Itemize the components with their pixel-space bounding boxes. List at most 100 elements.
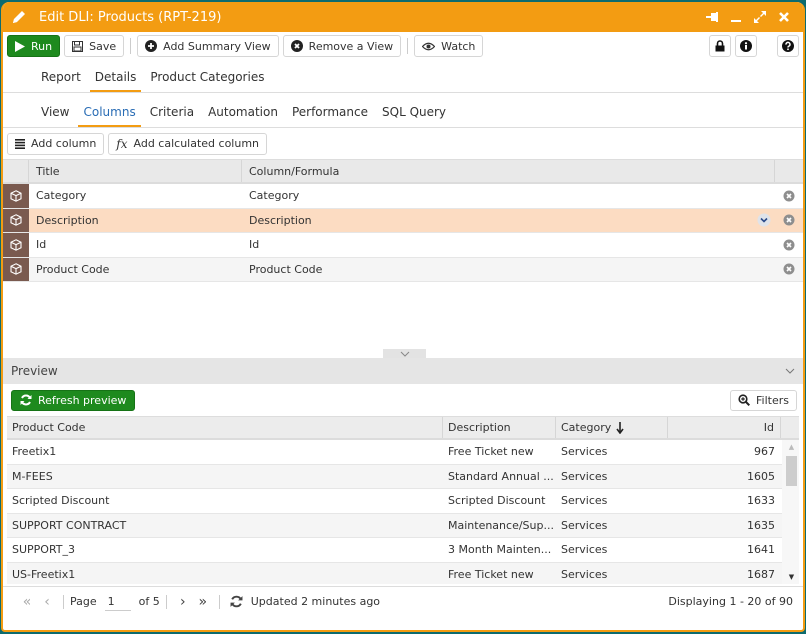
help-button[interactable] [777, 35, 799, 57]
scrollbar-thumb[interactable] [786, 456, 797, 486]
column-row[interactable]: Description Description [3, 208, 803, 233]
updated-status: Updated 2 minutes ago [250, 595, 381, 608]
column-title[interactable]: Id [29, 238, 242, 251]
column-row[interactable]: Product Code Product Code [3, 257, 803, 282]
cell-product-code: SUPPORT CONTRACT [12, 518, 127, 532]
header-column-formula[interactable]: Column/Formula [242, 160, 775, 182]
close-icon[interactable] [777, 10, 791, 24]
remove-column-button[interactable] [775, 214, 803, 226]
tab-report[interactable]: Report [36, 70, 86, 92]
preview-row[interactable]: M-FEES Standard Annual ... Services 1605 [7, 464, 799, 489]
refresh-icon [20, 394, 32, 406]
page-number-input[interactable] [104, 592, 131, 611]
drag-handle[interactable] [3, 257, 29, 281]
drag-handle[interactable] [3, 208, 29, 232]
cube-icon [10, 214, 22, 227]
header-category[interactable]: Category [556, 417, 668, 438]
pin-icon[interactable] [705, 10, 719, 24]
scroll-up-arrow-icon[interactable]: ▲ [786, 442, 797, 452]
remove-view-button[interactable]: Remove a View [282, 35, 402, 57]
add-calculated-column-button[interactable]: fx Add calculated column [108, 132, 268, 155]
info-button[interactable] [735, 35, 757, 57]
preview-row[interactable]: Scripted Discount Scripted Discount Servic… [7, 489, 799, 514]
tab-columns[interactable]: Columns [78, 105, 141, 127]
preview-row[interactable]: SUPPORT_3 3 Month Mainten... Services 1641 [7, 538, 799, 563]
toolbar-separator [407, 38, 409, 54]
refresh-preview-button[interactable]: Refresh preview [11, 389, 136, 411]
column-row[interactable]: Category Category [3, 184, 803, 209]
run-button[interactable]: Run [7, 35, 61, 57]
filters-label: Filters [756, 393, 789, 407]
header-description[interactable]: Description [443, 417, 556, 438]
refresh-icon[interactable] [230, 595, 243, 608]
drag-handle[interactable] [3, 184, 29, 208]
lock-icon [715, 40, 725, 52]
save-button[interactable]: Save [64, 35, 125, 57]
watch-button[interactable]: Watch [414, 35, 484, 57]
column-title[interactable]: Product Code [29, 263, 242, 276]
tab-product-categories[interactable]: Product Categories [145, 70, 269, 92]
remove-column-button[interactable] [775, 263, 803, 275]
column-formula[interactable]: Id [242, 238, 775, 251]
filters-button[interactable]: Filters [730, 389, 797, 411]
splitter-handle[interactable] [383, 349, 426, 358]
cell-description: Free Ticket new [448, 445, 534, 459]
column-formula[interactable]: Category [242, 189, 775, 202]
chevron-down-icon[interactable] [785, 368, 795, 374]
previous-page-icon[interactable]: ‹ [37, 594, 57, 610]
edit-report-window: Edit DLI: Products (RPT-219) Run Save Ad… [1, 2, 805, 632]
chevron-down-icon [400, 351, 409, 357]
lock-button[interactable] [709, 35, 731, 57]
scroll-down-arrow-icon[interactable]: ▼ [786, 572, 797, 582]
title-bar[interactable]: Edit DLI: Products (RPT-219) [3, 2, 803, 32]
column-title[interactable]: Description [29, 214, 242, 227]
preview-grid-body: Freetix1 Free Ticket new Services 967 M-FEES… [7, 440, 799, 584]
cell-description: Free Ticket new [448, 567, 534, 581]
fx-icon: fx [116, 136, 128, 151]
tab-automation[interactable]: Automation [203, 105, 283, 127]
add-summary-view-button[interactable]: Add Summary View [137, 35, 279, 57]
next-page-icon[interactable]: › [173, 594, 193, 610]
tab-view[interactable]: View [36, 105, 74, 127]
tab-performance[interactable]: Performance [287, 105, 373, 127]
tab-criteria[interactable]: Criteria [145, 105, 199, 127]
columns-empty-area [3, 282, 803, 358]
column-title[interactable]: Category [29, 189, 242, 202]
cell-description: Scripted Discount [448, 494, 546, 508]
preview-row[interactable]: US-Freetix1 Free Ticket new Services 1687 [7, 562, 799, 584]
window-title: Edit DLI: Products (RPT-219) [39, 9, 222, 25]
column-formula[interactable]: Description [242, 213, 775, 227]
remove-column-button[interactable] [775, 239, 803, 251]
cube-icon [10, 263, 22, 276]
last-page-icon[interactable]: » [193, 594, 213, 610]
remove-column-button[interactable] [775, 190, 803, 202]
columns-grid-header: Title Column/Formula [3, 160, 803, 184]
remove-circle-icon [783, 239, 795, 251]
preview-tools: Refresh preview Filters [3, 384, 803, 416]
tab-details[interactable]: Details [89, 70, 142, 92]
minimize-icon[interactable] [729, 10, 743, 24]
column-formula[interactable]: Product Code [242, 263, 775, 276]
header-id[interactable]: Id [668, 417, 781, 438]
vertical-scrollbar[interactable]: ▲ ▼ [782, 440, 799, 584]
refresh-preview-label: Refresh preview [38, 393, 127, 407]
column-row[interactable]: Id Id [3, 233, 803, 258]
watch-label: Watch [441, 39, 476, 53]
dropdown-chevron-icon[interactable] [757, 213, 771, 227]
header-product-code[interactable]: Product Code [7, 417, 443, 438]
preview-panel-header[interactable]: Preview [3, 358, 803, 384]
header-title[interactable]: Title [29, 160, 242, 182]
preview-title: Preview [11, 364, 58, 378]
maximize-icon[interactable] [753, 10, 767, 24]
tab-sql-query[interactable]: SQL Query [377, 105, 451, 127]
first-page-icon[interactable]: « [17, 594, 37, 610]
preview-row[interactable]: SUPPORT CONTRACT Maintenance/Sup... Servic… [7, 513, 799, 538]
add-column-label: Add column [31, 137, 97, 150]
column-tools: Add column fx Add calculated column [3, 128, 803, 159]
add-column-button[interactable]: Add column [7, 132, 105, 155]
floppy-icon [72, 40, 84, 52]
page-label: Page [70, 595, 97, 608]
cell-category: Services [561, 567, 608, 581]
drag-handle[interactable] [3, 233, 29, 257]
preview-row[interactable]: Freetix1 Free Ticket new Services 967 [7, 440, 799, 465]
